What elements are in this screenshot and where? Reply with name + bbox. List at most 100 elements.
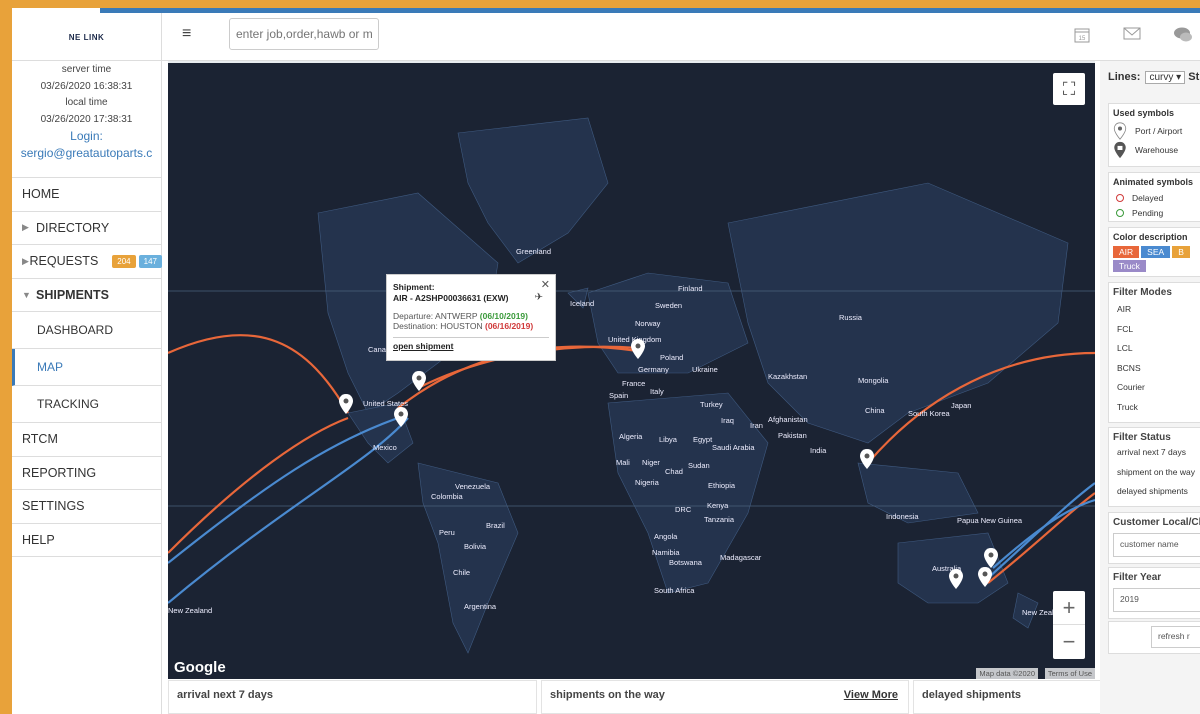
port-pin-icon[interactable]: [948, 568, 964, 590]
refresh-button[interactable]: refresh r: [1151, 626, 1200, 648]
country-label: Angola: [654, 532, 678, 541]
air-route-1: [168, 333, 349, 414]
legend-warehouse: Warehouse: [1113, 140, 1200, 159]
country-label: Germany: [638, 365, 669, 374]
port-pin-icon[interactable]: [630, 338, 646, 360]
requests-badge-orange: 204: [112, 254, 136, 268]
color-chips: AIR SEA B: [1113, 245, 1200, 259]
terms-link[interactable]: Terms of Use: [1044, 668, 1095, 679]
sidebar-item-help[interactable]: HELP: [12, 524, 162, 557]
mode-truck[interactable]: Truck: [1113, 396, 1200, 416]
sidebar-item-reporting[interactable]: REPORTING: [12, 457, 162, 490]
lines-select[interactable]: curvy ▾: [1145, 71, 1186, 84]
filter-panel: Lines: curvy ▾ St Used symbols Port / Ai…: [1100, 61, 1200, 714]
country-label: Tanzania: [704, 515, 735, 524]
fullscreen-icon[interactable]: ⛶: [1053, 73, 1085, 105]
popup-heading: Shipment:: [393, 282, 435, 292]
zoom-out-button[interactable]: −: [1053, 625, 1085, 659]
sidebar-item-shipments[interactable]: ▼ SHIPMENTS: [12, 279, 162, 312]
country-label: Sweden: [655, 301, 683, 310]
chip-b: B: [1172, 246, 1190, 258]
mode-air[interactable]: AIR: [1113, 298, 1200, 318]
country-label: Libya: [659, 435, 677, 444]
sidebar-item-tracking[interactable]: TRACKING: [12, 386, 162, 423]
svg-text:15: 15: [1079, 36, 1086, 42]
country-label: Botswana: [669, 558, 702, 567]
mode-lcl[interactable]: LCL: [1113, 337, 1200, 357]
used-symbols-box: Used symbols Port / Airport Warehouse: [1108, 103, 1200, 167]
mode-fcl[interactable]: FCL: [1113, 318, 1200, 338]
used-symbols-heading: Used symbols: [1113, 108, 1175, 118]
filter-modes-heading: Filter Modes: [1113, 287, 1172, 298]
country-label: Iceland: [570, 299, 595, 308]
popup-shipment-id: AIR - A2SHP00036631 (EXW): [393, 293, 509, 303]
sidebar-item-directory[interactable]: ▶ DIRECTORY: [12, 212, 162, 245]
port-pin-icon[interactable]: [859, 448, 875, 470]
sidebar-item-settings[interactable]: SETTINGS: [12, 490, 162, 524]
status-on-the-way[interactable]: shipment on the way: [1113, 463, 1200, 483]
country-label: Spain: [609, 391, 629, 400]
status-arrival[interactable]: arrival next 7 days: [1113, 443, 1200, 463]
requests-badge-blue: 147: [138, 254, 162, 268]
port-pin-icon[interactable]: [338, 393, 354, 415]
country-label: France: [622, 379, 646, 388]
view-more-link[interactable]: View More: [844, 689, 898, 701]
top-bar: NE LINK ≡ 15: [12, 13, 1200, 61]
login-user[interactable]: sergio@greatautoparts.c: [12, 145, 161, 162]
country-label: Indonesia: [886, 512, 919, 521]
country-label: South Korea: [908, 409, 950, 418]
country-label: Peru: [439, 528, 455, 537]
delayed-heading: delayed shipments: [922, 689, 1022, 701]
local-time: 03/26/2020 17:38:31: [40, 113, 133, 125]
mode-courier[interactable]: Courier: [1113, 376, 1200, 396]
close-icon[interactable]: ✕: [541, 278, 550, 291]
server-time: 03/26/2020 16:38:31: [40, 80, 133, 92]
country-label: Iran: [750, 421, 763, 430]
year-select[interactable]: 2019: [1113, 588, 1200, 612]
filter-status-heading: Filter Status: [1113, 432, 1171, 443]
sidebar-item-dashboard[interactable]: DASHBOARD: [12, 312, 162, 349]
hamburger-menu-icon[interactable]: ≡: [182, 26, 198, 42]
port-pin-icon[interactable]: [393, 406, 409, 428]
open-shipment-link[interactable]: open shipment: [393, 337, 549, 351]
chat-icon[interactable]: [1172, 26, 1192, 44]
st-label: St: [1188, 71, 1200, 83]
country-label: Mali: [616, 458, 630, 467]
sidebar-item-map[interactable]: MAP: [12, 349, 162, 386]
port-pin-icon[interactable]: [983, 547, 999, 569]
port-pin-icon[interactable]: [411, 370, 427, 392]
sidebar-nav: HOME ▶ DIRECTORY ▶ REQUESTS 204 147 ▼ SHIPMEN…: [12, 177, 162, 557]
customer-name-input[interactable]: customer name: [1113, 533, 1200, 557]
login-label: Login:: [70, 129, 103, 143]
nav-label: MAP: [37, 360, 64, 374]
sidebar-item-rtcm[interactable]: RTCM: [12, 423, 162, 457]
calendar-icon[interactable]: 15: [1072, 26, 1092, 44]
port-pin-icon[interactable]: [977, 566, 993, 588]
caret-down-icon: ▼: [22, 289, 31, 300]
sidebar-item-home[interactable]: HOME: [12, 178, 162, 212]
mail-icon[interactable]: [1122, 26, 1142, 44]
country-label: Venezuela: [455, 482, 491, 491]
lines-row: Lines: curvy ▾ St: [1100, 61, 1200, 84]
search-input[interactable]: [229, 18, 379, 50]
delayed-label: Delayed: [1132, 192, 1164, 203]
zoom-in-button[interactable]: +: [1053, 591, 1085, 625]
departure-date: (06/10/2019): [479, 311, 528, 321]
world-map[interactable]: Greenland Iceland Finland Sweden Norway Unite…: [168, 63, 1095, 679]
country-label: Mongolia: [858, 376, 889, 385]
asia-land: [727, 182, 1069, 444]
filter-modes-box: Filter Modes AIR FCL LCL BCNS Courier Tr…: [1108, 282, 1200, 423]
pending-label: Pending: [1132, 207, 1164, 218]
logo-container[interactable]: NE LINK: [12, 13, 162, 61]
zoom-controls: + −: [1053, 591, 1085, 659]
status-delayed[interactable]: delayed shipments: [1113, 482, 1200, 502]
country-label: Finland: [678, 284, 703, 293]
sidebar-item-requests[interactable]: ▶ REQUESTS 204 147: [12, 245, 162, 279]
country-label: Japan: [951, 401, 972, 410]
country-label: Namibia: [652, 548, 680, 557]
country-label: Brazil: [486, 521, 505, 530]
nav-label: REQUESTS: [29, 254, 99, 269]
arrival-heading: arrival next 7 days: [177, 689, 274, 701]
lines-label: Lines:: [1108, 71, 1141, 83]
mode-bcns[interactable]: BCNS: [1113, 357, 1200, 377]
